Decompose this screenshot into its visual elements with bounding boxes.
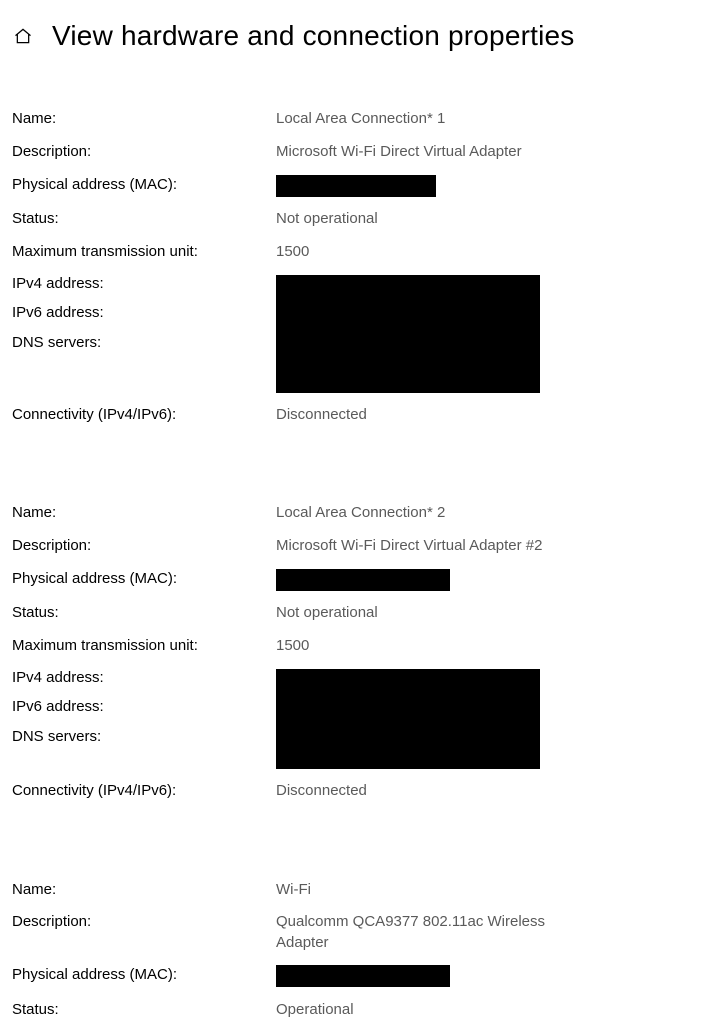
label-description: Description:: [12, 536, 276, 556]
label-mac: Physical address (MAC):: [12, 569, 276, 589]
adapter-block: Name: Local Area Connection* 2 Descripti…: [12, 503, 724, 801]
label-description: Description:: [12, 912, 276, 932]
label-name: Name:: [12, 109, 276, 129]
label-connectivity: Connectivity (IPv4/IPv6):: [12, 405, 276, 425]
label-mac: Physical address (MAC):: [12, 965, 276, 985]
label-name: Name:: [12, 880, 276, 900]
adapter-block: Name: Local Area Connection* 1 Descripti…: [12, 109, 724, 425]
redacted-mac: [276, 965, 450, 987]
value-status: Not operational: [276, 603, 378, 623]
value-description: Microsoft Wi-Fi Direct Virtual Adapter: [276, 142, 522, 162]
label-mtu: Maximum transmission unit:: [12, 242, 276, 262]
value-connectivity: Disconnected: [276, 781, 367, 801]
label-ipv6: IPv6 address:: [12, 304, 276, 321]
page-header: View hardware and connection properties: [0, 0, 724, 61]
label-mtu: Maximum transmission unit:: [12, 636, 276, 656]
label-ipv6: IPv6 address:: [12, 698, 276, 715]
redacted-addresses: [276, 275, 540, 393]
label-ipv4: IPv4 address:: [12, 669, 276, 686]
page-title: View hardware and connection properties: [52, 18, 575, 53]
label-status: Status:: [12, 603, 276, 623]
value-name: Local Area Connection* 1: [276, 109, 445, 129]
label-status: Status:: [12, 1000, 276, 1020]
value-mtu: 1500: [276, 636, 309, 656]
value-connectivity: Disconnected: [276, 405, 367, 425]
label-status: Status:: [12, 209, 276, 229]
label-description: Description:: [12, 142, 276, 162]
value-mtu: 1500: [276, 242, 309, 262]
value-status: Operational: [276, 1000, 354, 1020]
adapter-block: Name: Wi-Fi Description: Qualcomm QCA937…: [12, 880, 724, 1021]
value-name: Wi-Fi: [276, 880, 311, 900]
redacted-mac: [276, 175, 436, 197]
label-ipv4: IPv4 address:: [12, 275, 276, 292]
redacted-addresses: [276, 669, 540, 769]
label-dns: DNS servers:: [12, 334, 276, 351]
label-dns: DNS servers:: [12, 728, 276, 745]
value-description: Qualcomm QCA9377 802.11ac Wireless Adapt…: [276, 912, 586, 953]
value-description: Microsoft Wi-Fi Direct Virtual Adapter #…: [276, 536, 542, 556]
value-name: Local Area Connection* 2: [276, 503, 445, 523]
label-connectivity: Connectivity (IPv4/IPv6):: [12, 781, 276, 801]
home-icon[interactable]: [12, 25, 34, 47]
label-name: Name:: [12, 503, 276, 523]
value-status: Not operational: [276, 209, 378, 229]
content-area: Name: Local Area Connection* 1 Descripti…: [0, 61, 724, 1020]
redacted-mac: [276, 569, 450, 591]
label-mac: Physical address (MAC):: [12, 175, 276, 195]
